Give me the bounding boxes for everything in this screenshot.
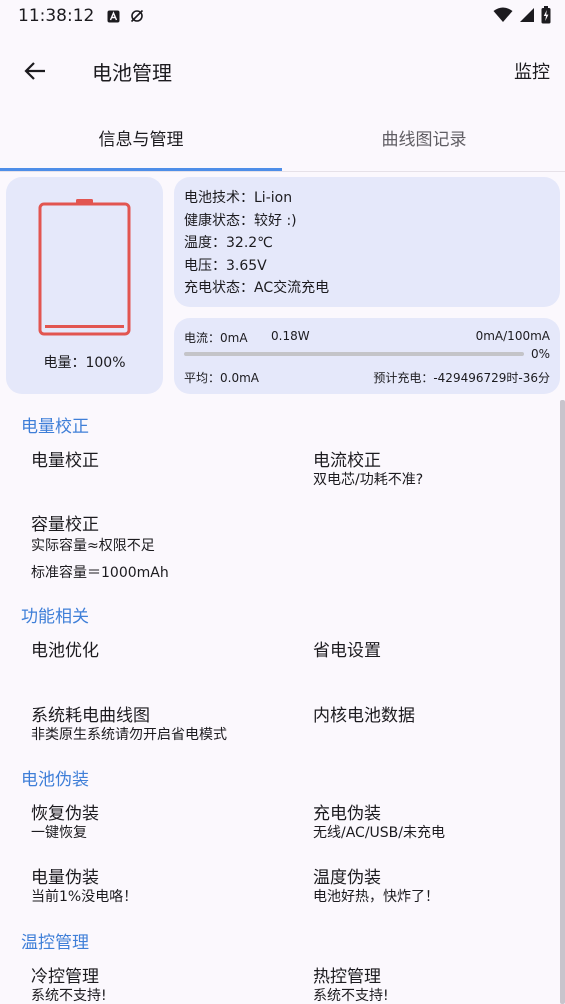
battery-level-label: 电量：100%: [43, 355, 126, 371]
battery-technology: 电池技术：Li-ion: [184, 190, 293, 206]
estimated-charge-time: 预计充电：-429496729时-36分: [373, 371, 550, 385]
item-system-power-curve[interactable]: 系统耗电曲线图: [31, 701, 150, 726]
item-charging-spoofing-sub: 无线/AC/USB/未充电: [313, 825, 445, 841]
back-button[interactable]: [20, 56, 50, 86]
power-value: 0.18W: [271, 329, 310, 343]
current-ratio: 0mA/100mA: [475, 329, 550, 343]
item-capacity-standard: 标准容量＝1000mAh: [31, 565, 169, 581]
charging-status: 充电状态：AC交流充电: [184, 280, 330, 297]
section-title-spoofing: 电池伪装: [21, 770, 89, 790]
battery-temperature: 温度：32.2℃: [184, 235, 273, 252]
scrollbar[interactable]: [560, 400, 565, 1004]
item-current-calibration[interactable]: 电流校正: [313, 446, 381, 471]
item-level-spoofing[interactable]: 电量伪装: [31, 863, 99, 888]
section-title-thermal: 温控管理: [21, 933, 89, 953]
battery-charging-icon: [541, 6, 551, 29]
item-cold-control[interactable]: 冷控管理: [31, 962, 99, 987]
tab-info-management[interactable]: 信息与管理: [0, 118, 282, 170]
item-thermal-control-sub: 系统不支持!: [313, 988, 389, 1004]
current-card: 电流：0mA 0.18W 0mA/100mA 0% 平均：0.0mA 预计充电：…: [174, 318, 560, 394]
item-system-power-curve-sub: 非类原生系统请勿开启省电模式: [31, 727, 227, 743]
wifi-icon: [493, 7, 513, 28]
current-percent: 0%: [530, 347, 550, 361]
battery-voltage: 电压：3.65V: [184, 257, 267, 274]
tab-curve-records[interactable]: 曲线图记录: [283, 118, 565, 170]
item-restore-spoofing-sub: 一键恢复: [31, 825, 87, 841]
tab-indicator: [0, 168, 282, 171]
section-title-functions: 功能相关: [21, 607, 89, 627]
current-progress-bar: [184, 352, 524, 356]
item-current-calibration-sub: 双电芯/功耗不准?: [313, 472, 424, 488]
battery-level-card: 电量：100%: [6, 177, 163, 394]
item-capacity-actual: 实际容量≈权限不足: [31, 538, 155, 554]
status-time: 11:38:12: [18, 6, 95, 26]
arrow-left-icon: [24, 62, 45, 80]
item-power-saving-settings[interactable]: 省电设置: [313, 636, 381, 661]
sync-off-icon: [130, 9, 144, 23]
signal-icon: [519, 7, 535, 28]
item-kernel-battery-data[interactable]: 内核电池数据: [313, 701, 415, 726]
item-restore-spoofing[interactable]: 恢复伪装: [31, 799, 99, 824]
item-level-calibration[interactable]: 电量校正: [31, 446, 99, 471]
page-title: 电池管理: [92, 61, 172, 85]
item-temperature-spoofing-sub: 电池好热，快炸了！: [313, 889, 439, 905]
average-current: 平均：0.0mA: [184, 371, 259, 385]
battery-graphic: [38, 199, 131, 336]
monitor-button[interactable]: 监控: [514, 58, 550, 84]
item-thermal-control[interactable]: 热控管理: [313, 962, 381, 987]
app-bar: 电池管理 监控: [0, 40, 565, 100]
item-temperature-spoofing[interactable]: 温度伪装: [313, 863, 381, 888]
battery-health: 健康状态：较好 :): [184, 212, 297, 229]
tab-bar: 信息与管理 曲线图记录: [0, 118, 565, 172]
section-title-calibration: 电量校正: [21, 417, 89, 437]
notification-a-icon: [106, 9, 120, 23]
item-charging-spoofing[interactable]: 充电伪装: [313, 799, 381, 824]
status-bar: 11:38:12: [0, 0, 565, 32]
current-value: 电流：0mA: [184, 331, 248, 345]
item-battery-optimization[interactable]: 电池优化: [31, 636, 99, 661]
battery-info-card: 电池技术：Li-ion 健康状态：较好 :) 温度：32.2℃ 电压：3.65V…: [174, 177, 560, 307]
item-cold-control-sub: 系统不支持!: [31, 988, 107, 1004]
item-level-spoofing-sub: 当前1%没电咯！: [31, 889, 138, 905]
status-right-icons: [493, 6, 551, 29]
item-capacity-calibration[interactable]: 容量校正: [31, 510, 99, 535]
